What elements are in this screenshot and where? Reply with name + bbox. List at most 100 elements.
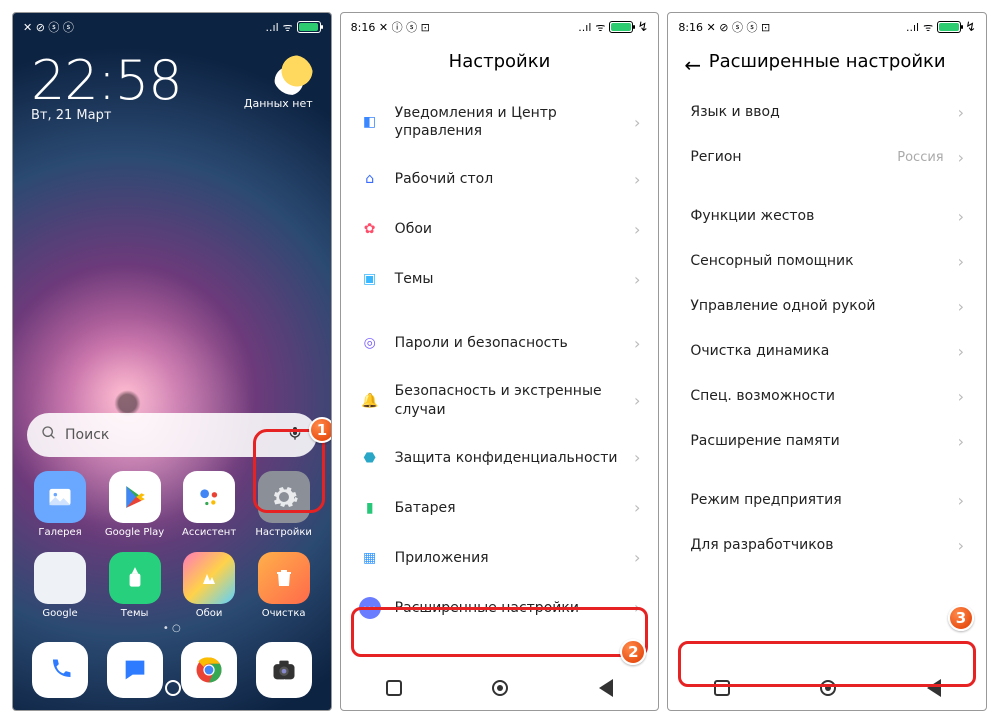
nav-home[interactable] — [165, 680, 181, 696]
app-label: Галерея — [38, 527, 81, 538]
phone-settings: 8:16 ✕ ⓘ ⓢ ⊡ ..ılᯤ ↯ Настройки ◧ Уведомл… — [340, 12, 660, 711]
notifications-icon: ◧ — [359, 111, 381, 133]
wallpaper-icon — [183, 552, 235, 604]
nav-home[interactable] — [820, 680, 836, 696]
row-privacy[interactable]: ⬣ Защита конфиденциальности › — [341, 433, 659, 483]
chevron-right-icon: › — [958, 252, 964, 271]
row-speaker-clean[interactable]: Очистка динамика › — [668, 329, 986, 374]
row-label: Управление одной рукой — [690, 297, 943, 315]
chevron-right-icon: › — [958, 342, 964, 361]
chevron-right-icon: › — [634, 548, 640, 567]
chevron-right-icon: › — [958, 207, 964, 226]
battery-icon: ▮ — [359, 497, 381, 519]
row-label: Спец. возможности — [690, 387, 943, 405]
app-cleaner[interactable]: Очистка — [251, 552, 317, 619]
row-label: Сенсорный помощник — [690, 252, 943, 270]
phone-home: ✕ ⊘ ⓢ ⓢ ..ıl ᯤ 22:58 Вт, 21 Март Данных … — [12, 12, 332, 711]
nav-back[interactable] — [927, 679, 941, 697]
nav-back[interactable] — [271, 679, 285, 697]
app-themes[interactable]: Темы — [102, 552, 168, 619]
fingerprint-icon: ◎ — [359, 332, 381, 354]
app-wallpaper[interactable]: Обои — [176, 552, 242, 619]
nav-back[interactable] — [599, 679, 613, 697]
row-passwords[interactable]: ◎ Пароли и безопасность › — [341, 318, 659, 368]
row-label: Регион — [690, 148, 883, 166]
page-title: ← Расширенные настройки — [668, 37, 986, 90]
row-accessibility[interactable]: Спец. возможности › — [668, 374, 986, 419]
chevron-right-icon: › — [634, 334, 640, 353]
row-gestures[interactable]: Функции жестов › — [668, 194, 986, 239]
row-apps[interactable]: ▦ Приложения › — [341, 533, 659, 583]
row-emergency[interactable]: 🔔 Безопасность и экстренные случаи › — [341, 368, 659, 432]
row-additional-settings[interactable]: ⋯ Расширенные настройки › — [341, 583, 659, 633]
apps-icon: ▦ — [359, 547, 381, 569]
row-developer-options[interactable]: Для разработчиков › — [668, 523, 986, 568]
clock-widget[interactable]: 22:58 Вт, 21 Март Данных нет — [13, 37, 331, 123]
chevron-right-icon: › — [958, 536, 964, 555]
back-button[interactable]: ← — [684, 53, 701, 77]
nav-recent[interactable] — [386, 680, 402, 696]
themes-icon — [109, 552, 161, 604]
row-enterprise-mode[interactable]: Режим предприятия › — [668, 478, 986, 523]
row-wallpaper[interactable]: ✿ Обои › — [341, 204, 659, 254]
row-home-screen[interactable]: ⌂ Рабочий стол › — [341, 154, 659, 204]
search-placeholder: Поиск — [65, 427, 279, 443]
row-notifications[interactable]: ◧ Уведомления и Центр управления › — [341, 90, 659, 154]
settings-list[interactable]: Язык и ввод › Регион Россия › Функции же… — [668, 90, 986, 568]
wallpaper-icon: ✿ — [359, 218, 381, 240]
status-left: 8:16 ✕ ⊘ ⓢ ⓢ ⊡ — [678, 19, 770, 35]
row-label: Язык и ввод — [690, 103, 943, 121]
themes-icon: ▣ — [359, 268, 381, 290]
nav-recent[interactable] — [714, 680, 730, 696]
row-label: Расширенные настройки — [395, 599, 620, 617]
row-battery[interactable]: ▮ Батарея › — [341, 483, 659, 533]
app-google-folder[interactable]: Google — [27, 552, 93, 619]
weather-icon — [273, 55, 313, 95]
row-region[interactable]: Регион Россия › — [668, 135, 986, 180]
chevron-right-icon: › — [958, 491, 964, 510]
mic-icon[interactable] — [287, 425, 303, 445]
status-right: ..ıl ᯤ — [266, 20, 321, 35]
row-quick-ball[interactable]: Сенсорный помощник › — [668, 239, 986, 284]
chevron-right-icon: › — [634, 220, 640, 239]
row-themes[interactable]: ▣ Темы › — [341, 254, 659, 304]
app-label: Обои — [196, 608, 223, 619]
nav-home[interactable] — [492, 680, 508, 696]
app-row-1: Галерея Google Play Ассистент Настройки — [13, 457, 331, 538]
shield-icon: ⬣ — [359, 447, 381, 469]
chevron-right-icon: › — [634, 113, 640, 132]
chevron-right-icon: › — [958, 103, 964, 122]
chevron-right-icon: › — [634, 270, 640, 289]
row-one-hand[interactable]: Управление одной рукой › — [668, 284, 986, 329]
battery-icon — [297, 21, 321, 33]
search-bar[interactable]: Поиск — [27, 413, 317, 457]
chevron-right-icon: › — [958, 148, 964, 167]
clock-date: Вт, 21 Март — [31, 108, 313, 123]
status-right: ..ılᯤ ↯ — [578, 20, 648, 35]
nav-bar — [341, 666, 659, 710]
row-label: Для разработчиков — [690, 536, 943, 554]
app-assistant[interactable]: Ассистент — [176, 471, 242, 538]
row-label: Батарея — [395, 499, 620, 517]
app-google-play[interactable]: Google Play — [102, 471, 168, 538]
row-value: Россия — [897, 150, 943, 165]
settings-list[interactable]: ◧ Уведомления и Центр управления › ⌂ Раб… — [341, 90, 659, 633]
folder-icon — [34, 552, 86, 604]
row-label: Приложения — [395, 549, 620, 567]
badge-1: 1 — [309, 417, 332, 443]
chevron-right-icon: › — [634, 498, 640, 517]
chevron-right-icon: › — [634, 391, 640, 410]
weather-widget[interactable]: Данных нет — [244, 55, 313, 110]
app-gallery[interactable]: Галерея — [27, 471, 93, 538]
gear-icon — [258, 471, 310, 523]
gallery-icon — [34, 471, 86, 523]
row-memory-extension[interactable]: Расширение памяти › — [668, 419, 986, 464]
row-label: Защита конфиденциальности — [395, 449, 620, 467]
chevron-right-icon: › — [634, 170, 640, 189]
nav-recent[interactable] — [58, 680, 74, 696]
row-language[interactable]: Язык и ввод › — [668, 90, 986, 135]
weather-text: Данных нет — [244, 97, 313, 110]
status-left: ✕ ⊘ ⓢ ⓢ — [23, 19, 74, 35]
app-settings[interactable]: Настройки — [251, 471, 317, 538]
chevron-right-icon: › — [634, 598, 640, 617]
